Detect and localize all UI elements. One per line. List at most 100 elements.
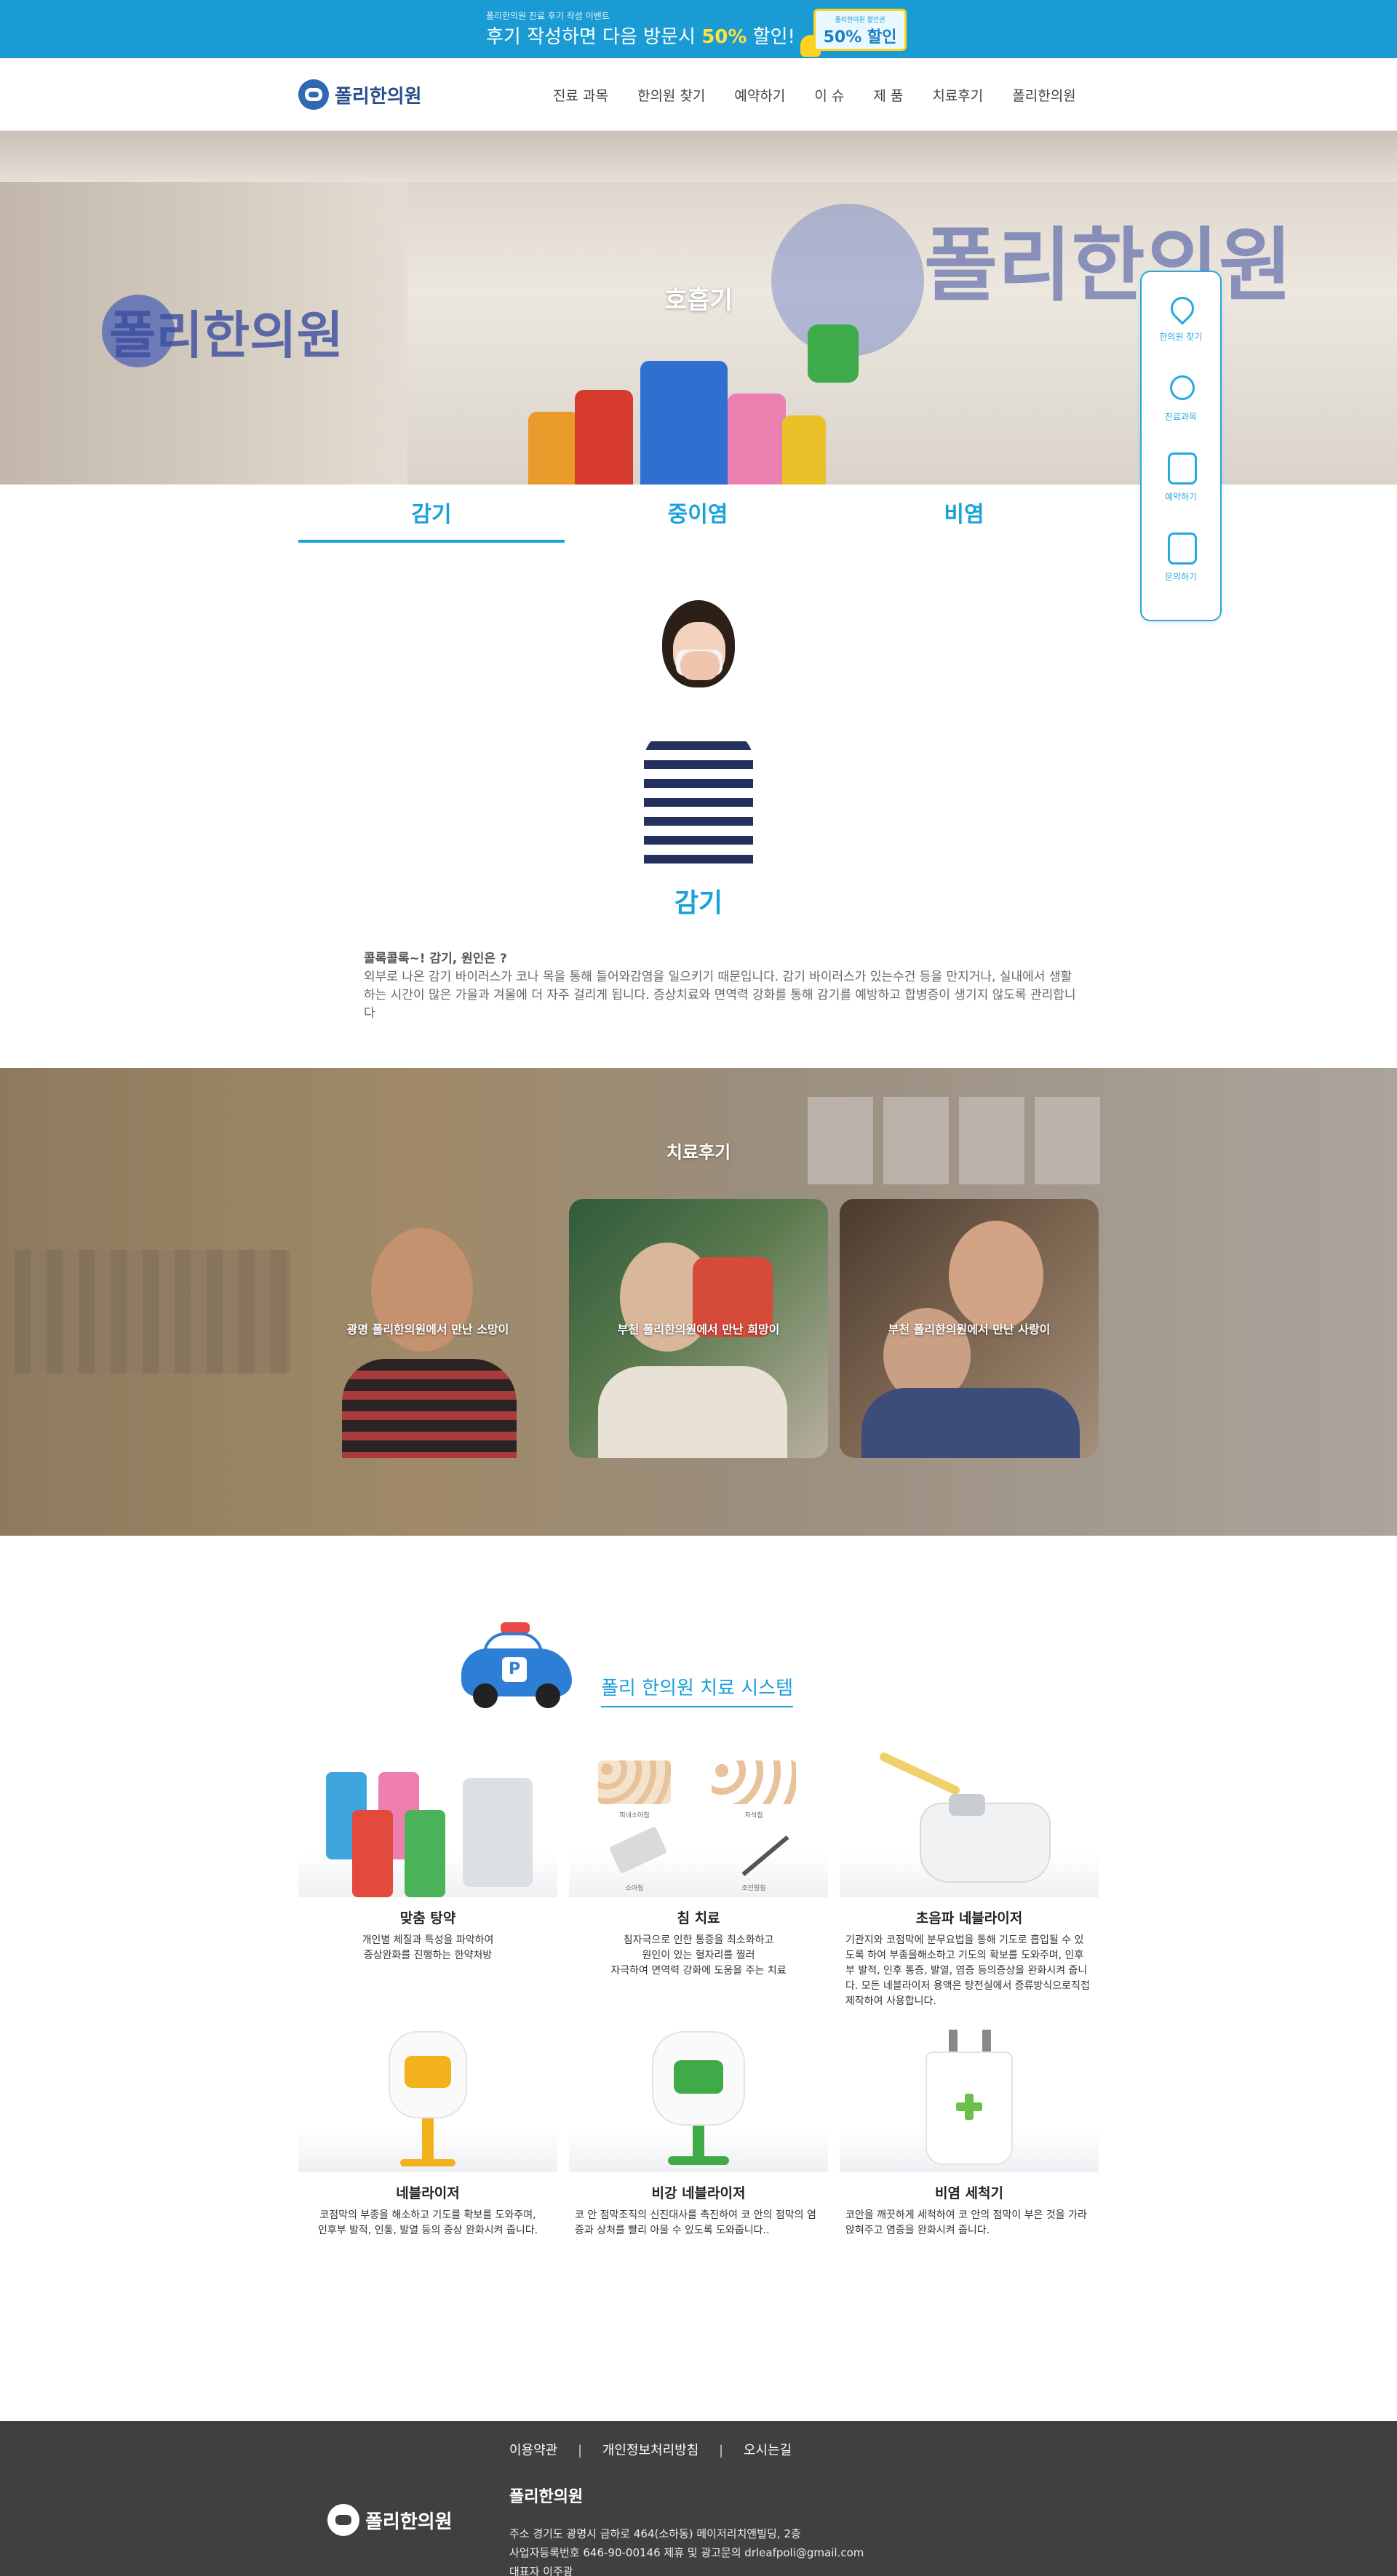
quick-find-clinic[interactable]: 한의원 찾기	[1142, 282, 1220, 355]
tab-otitis[interactable]: 중이염	[565, 495, 831, 543]
promo-headline-text: 후기 작성하면 다음 방문시	[486, 26, 702, 48]
review-section: 치료후기 광명 폴리한의원에서 만난 소망이 부천 폴리한의원에서 만난 희망이…	[0, 1068, 1397, 1536]
footer-link-directions[interactable]: 오시는길	[744, 2443, 792, 2458]
product-card[interactable]: 피내소아침 자석침 소아침 조인링침 침 치료 침자극으로 인한 통증을 최소화…	[569, 1752, 828, 2009]
poli-car-illustration: P	[457, 1616, 575, 1710]
main-nav: 진료 과목 한의원 찾기 예약하기 이 슈 제 품 치료후기 폴리한의원	[553, 85, 1105, 105]
product-card[interactable]: 맞춤 탕약 개인별 체질과 특성을 파악하여 증상완화를 진행하는 한약처방	[298, 1752, 557, 2009]
nav-item-reviews[interactable]: 치료후기	[932, 85, 983, 105]
product-name: 비강 네블라이저	[651, 2185, 746, 2201]
promo-subtitle: 폴리한의원 진료 후기 작성 이벤트	[486, 11, 610, 21]
irrigator-nozzle	[982, 2030, 991, 2051]
nebulizer-image	[298, 2027, 557, 2172]
nebulizer-body	[920, 1803, 1051, 1883]
site-logo[interactable]: 폴리한의원	[298, 76, 422, 113]
product-name: 침 치료	[677, 1910, 720, 1926]
pouch-green	[405, 1810, 445, 1897]
footer-logo[interactable]: 폴리한의원	[327, 2504, 453, 2536]
product-description: 기관지와 코점막에 분무요법을 통해 기도로 흡입될 수 있도록 하여 부종을해…	[845, 1934, 1090, 2007]
review-card-label: 부천 폴리한의원에서 만난 희망이	[617, 1323, 780, 1336]
girl-hands	[680, 651, 720, 680]
nav-item-products[interactable]: 제 품	[873, 85, 903, 105]
acupuncture-image: 피내소아침 자석침 소아침 조인링침	[569, 1752, 828, 1897]
footer-links: 이용약관 | 개인정보처리방침 | 오시는길	[509, 2440, 808, 2459]
footer-ceo: 대표자 이주광	[509, 2565, 573, 2576]
discount-coupon: 폴리한의원 할인권 50% 할인	[813, 9, 907, 51]
car-wheel	[473, 1683, 498, 1708]
review-card-label: 부천 폴리한의원에서 만난 사랑이	[888, 1323, 1051, 1336]
quick-label: 한의원 찾기	[1159, 332, 1203, 342]
child-shirt	[342, 1359, 517, 1458]
robot-character	[808, 324, 859, 383]
logo-text: 폴리한의원	[335, 85, 422, 108]
footer-link-terms[interactable]: 이용약관	[509, 2443, 557, 2458]
adult-photo	[949, 1221, 1043, 1330]
img-label: 조인링침	[741, 1885, 766, 1892]
poli-logo-icon	[327, 2504, 359, 2536]
product-card[interactable]: 비염 세척기 코안을 깨끗하게 세척하여 코 안의 점막이 부은 것을 가라앉혀…	[840, 2027, 1099, 2238]
nasal-irrigator-image	[840, 2027, 1099, 2172]
site-footer: 이용약관 | 개인정보처리방침 | 오시는길 폴리한의원 폴리한의원 주소 경기…	[0, 2421, 1397, 2576]
promo-headline-end: 할인!	[747, 26, 795, 48]
coupon-subtitle: 폴리한의원 할인권	[835, 17, 885, 24]
nebulizer-screen	[405, 2056, 451, 2088]
nav-item-about[interactable]: 폴리한의원	[1012, 85, 1075, 105]
quick-label: 문의하기	[1164, 572, 1198, 582]
nebulizer-tube	[878, 1751, 961, 1796]
nav-item-find-clinic[interactable]: 한의원 찾기	[637, 85, 705, 105]
quick-label: 진료과목	[1164, 412, 1198, 422]
striped-shirt	[644, 731, 753, 869]
nav-item-departments[interactable]: 진료 과목	[553, 85, 608, 105]
nebulizer-stand	[693, 2126, 704, 2158]
review-card[interactable]: 부천 폴리한의원에서 만난 사랑이	[840, 1199, 1099, 1458]
nav-item-reservation[interactable]: 예약하기	[734, 85, 785, 105]
footer-link-privacy[interactable]: 개인정보처리방침	[602, 2443, 698, 2458]
quick-reservation[interactable]: 예약하기	[1142, 442, 1220, 515]
quick-label: 예약하기	[1164, 492, 1198, 502]
pouch-silver	[463, 1778, 533, 1887]
quick-menu: 한의원 찾기 진료과목 예약하기 문의하기	[1140, 271, 1222, 621]
product-name: 초음파 네블라이저	[915, 1910, 1023, 1926]
footer-separator: |	[719, 2443, 724, 2458]
product-description: 침자극으로 인한 통증을 최소화하고 원인이 있는 혈자리를 찔러 자극하여 면…	[610, 1934, 787, 1977]
product-card[interactable]: 비강 네블라이저 코 안 점막조직의 신진대사를 촉진하여 코 안의 점막의 염…	[569, 2027, 828, 2238]
product-card[interactable]: 초음파 네블라이저 기관지와 코점막에 분무요법을 통해 기도로 흡입될 수 있…	[840, 1751, 1099, 2009]
robot-character	[728, 394, 786, 485]
product-description: 개인별 체질과 특성을 파악하여 증상완화를 진행하는 한약처방	[362, 1934, 494, 1961]
tab-rhinitis[interactable]: 비염	[831, 495, 1097, 543]
location-pin-icon	[1166, 292, 1199, 325]
review-card-label: 광명 폴리한의원에서 만난 소망이	[346, 1323, 509, 1336]
poli-logo-icon	[298, 79, 329, 110]
quick-inquiry[interactable]: 문의하기	[1142, 522, 1220, 595]
ultrasonic-nebulizer-image	[840, 1751, 1099, 1897]
disease-body: 외부로 나온 감기 바이러스가 코나 목을 통해 들어와감염을 일으키기 때문입…	[364, 970, 1076, 1021]
review-card[interactable]: 부천 폴리한의원에서 만난 희망이	[569, 1199, 828, 1458]
robot-character	[782, 415, 826, 485]
footer-logo-text: 폴리한의원	[365, 2511, 453, 2533]
nebulizer-base	[400, 2159, 455, 2166]
disease-tabs: 감기 중이염 비염	[298, 495, 1099, 543]
promo-banner[interactable]: 폴리한의원 진료 후기 작성 이벤트 후기 작성하면 다음 방문시 50% 할인…	[0, 0, 1397, 58]
coupon-label: 50% 할인	[823, 28, 897, 47]
product-card[interactable]: 네블라이저 코점막의 부종을 해소하고 기도를 확보를 도와주며, 인후부 발적…	[298, 2027, 557, 2238]
promo-highlight: 50%	[701, 26, 747, 48]
disease-description: 콜록콜록~! 감기, 원인은 ? 외부로 나온 감기 바이러스가 코나 목을 통…	[364, 950, 1077, 1023]
review-title: 치료후기	[666, 1142, 731, 1163]
child-needle	[608, 1826, 668, 1874]
nebulizer-stand	[422, 2118, 434, 2162]
car-wheel	[536, 1683, 560, 1708]
child-shirt	[861, 1388, 1080, 1458]
product-name: 네블라이저	[396, 2185, 460, 2201]
calendar-chat-icon	[1168, 533, 1197, 565]
quick-departments[interactable]: 진료과목	[1142, 362, 1220, 435]
footer-info: 주소 경기도 광명시 금하로 464(소하동) 메이저리치앤빌딩, 2층 사업자…	[509, 2524, 864, 2576]
robot-character	[528, 412, 579, 485]
disease-heading: 콜록콜록~! 감기, 원인은 ?	[364, 952, 507, 966]
site-header: 폴리한의원 진료 과목 한의원 찾기 예약하기 이 슈 제 품 치료후기 폴리한…	[0, 58, 1397, 131]
product-name: 맞춤 탕약	[399, 1910, 456, 1926]
nebulizer-cap	[949, 1794, 985, 1816]
review-card[interactable]: 광명 폴리한의원에서 만난 소망이	[298, 1199, 557, 1458]
nasal-nebulizer-image	[569, 2027, 828, 2172]
nav-item-issue[interactable]: 이 슈	[814, 85, 844, 105]
tab-cold[interactable]: 감기	[298, 495, 565, 543]
